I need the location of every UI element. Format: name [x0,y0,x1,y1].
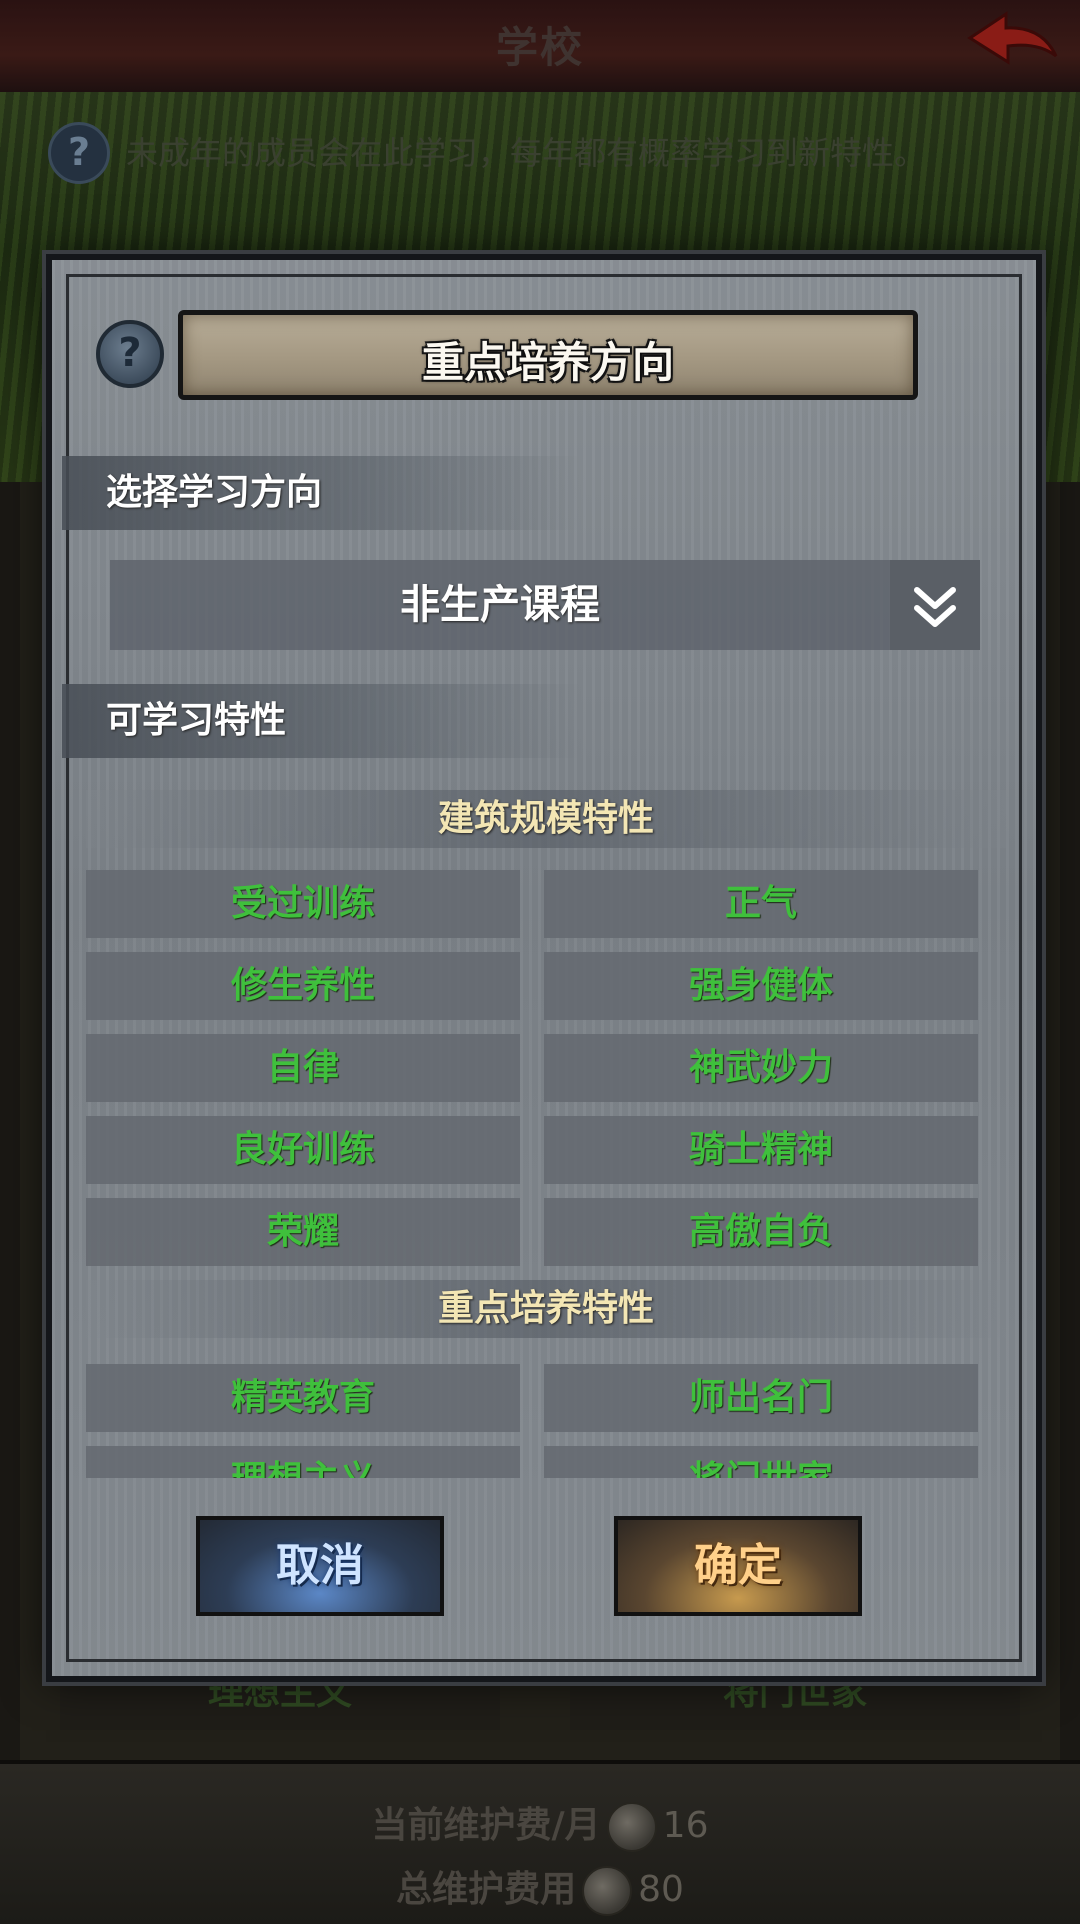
dropdown-selected-value: 非生产课程 [400,582,600,628]
monthly-fee-line: 当前维护费/月 16 [0,1796,1080,1852]
confirm-button[interactable]: 确定 [614,1516,862,1616]
question-icon[interactable]: ? [96,320,164,388]
cancel-button[interactable]: 取消 [196,1516,444,1616]
info-question-icon[interactable]: ? [48,122,110,184]
trait-item[interactable]: 修生养性 [86,952,520,1020]
trait-item[interactable]: 荣耀 [86,1198,520,1266]
top-bar: 学校 [0,0,1080,95]
dialog-title-banner: 重点培养方向 [178,310,918,400]
group-header-focus: 重点培养特性 [86,1280,1006,1338]
total-fee-label: 总维护费用 [396,1869,577,1910]
trait-item[interactable]: 骑士精神 [544,1116,978,1184]
select-direction-label: 选择学习方向 [62,456,582,530]
trait-item[interactable]: 良好训练 [86,1116,520,1184]
double-chevron-down-icon[interactable] [890,560,980,650]
dialog-title: 重点培养方向 [421,338,674,387]
learnable-traits-label: 可学习特性 [62,684,582,758]
coin-icon [606,1802,657,1852]
total-fee-line: 总维护费用 80 [0,1860,1080,1916]
school-description: 未成年的成员会在此学习，每年都有概率学习到新特性。 [126,134,927,172]
monthly-fee-label: 当前维护费/月 [371,1805,601,1846]
coin-icon [582,1866,633,1916]
trait-item[interactable]: 师出名门 [544,1364,978,1432]
training-direction-dialog: ? 重点培养方向 选择学习方向 非生产课程 可学习特性 建筑规模特性 受过训练 … [46,254,1042,1682]
back-arrow-icon[interactable] [962,8,1062,82]
trait-item[interactable]: 将门世家 [544,1446,978,1478]
trait-item[interactable]: 神武妙力 [544,1034,978,1102]
trait-item[interactable]: 正气 [544,870,978,938]
maintenance-bar: 当前维护费/月 16 总维护费用 80 [0,1760,1080,1924]
group-header-building: 建筑规模特性 [86,790,1006,848]
trait-list[interactable]: 建筑规模特性 受过训练 正气 修生养性 强身健体 自律 神武妙力 良好训练 骑士… [86,790,1006,1478]
trait-item[interactable]: 受过训练 [86,870,520,938]
total-fee-value: 80 [638,1869,684,1910]
trait-item[interactable]: 理想主义 [86,1446,520,1478]
trait-item[interactable]: 强身健体 [544,952,978,1020]
monthly-fee-value: 16 [662,1805,709,1846]
trait-item[interactable]: 自律 [86,1034,520,1102]
screen-title: 学校 [495,23,584,72]
trait-item[interactable]: 高傲自负 [544,1198,978,1266]
trait-item[interactable]: 精英教育 [86,1364,520,1432]
direction-dropdown[interactable]: 非生产课程 [110,560,980,650]
